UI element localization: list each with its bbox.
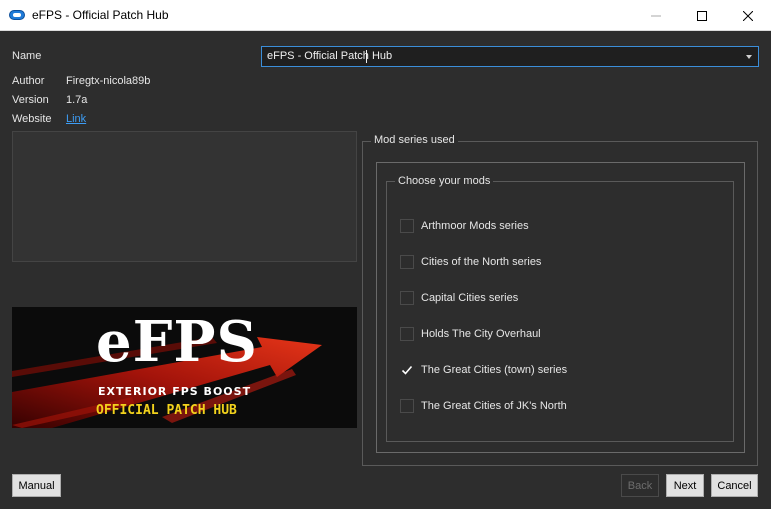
author-value: Firegtx-nicola89b — [66, 75, 151, 87]
mod-label: The Great Cities (town) series — [421, 364, 568, 376]
mod-label: Cities of the North series — [421, 256, 542, 268]
banner-image: eFPS EXTERIOR FPS BOOST OFFICIAL PATCH H… — [12, 307, 357, 428]
checkbox-checked[interactable] — [400, 363, 414, 377]
cloud-icon — [9, 10, 25, 20]
author-label: Author — [12, 75, 45, 87]
close-button[interactable] — [725, 0, 771, 31]
website-link[interactable]: Link — [66, 113, 86, 125]
checkbox[interactable] — [400, 399, 414, 413]
mod-series-group-title: Mod series used — [371, 134, 458, 146]
version-value: 1.7a — [66, 94, 88, 106]
minimize-button[interactable] — [633, 0, 679, 31]
banner-tagline: OFFICIAL PATCH HUB — [96, 403, 237, 418]
mod-label: The Great Cities of JK's North — [421, 400, 567, 412]
banner-title: eFPS — [96, 309, 258, 375]
checkmark-icon — [401, 365, 413, 375]
next-button[interactable]: Next — [666, 474, 704, 497]
mod-checkbox-great-cities-jk-north[interactable]: The Great Cities of JK's North — [400, 398, 567, 414]
name-value: eFPS - Official Patch Hub — [267, 50, 393, 62]
checkbox[interactable] — [400, 219, 414, 233]
title-bar: eFPS - Official Patch Hub — [0, 0, 771, 31]
name-combobox[interactable]: eFPS - Official Patch Hub — [261, 46, 759, 67]
mod-label: Holds The City Overhaul — [421, 328, 541, 340]
version-label: Version — [12, 94, 49, 106]
manual-button[interactable]: Manual — [12, 474, 61, 497]
choose-mods-group-title: Choose your mods — [395, 175, 494, 187]
close-icon — [743, 10, 753, 21]
minimize-icon — [651, 15, 661, 16]
mod-checkbox-cities-north[interactable]: Cities of the North series — [400, 254, 541, 270]
maximize-button[interactable] — [679, 0, 725, 31]
mod-checkbox-capital-cities[interactable]: Capital Cities series — [400, 290, 518, 306]
mod-checkbox-great-cities-town[interactable]: The Great Cities (town) series — [400, 362, 567, 378]
name-label: Name — [12, 50, 42, 62]
mod-label: Capital Cities series — [421, 292, 519, 304]
text-caret — [366, 50, 367, 63]
cancel-button[interactable]: Cancel — [711, 474, 758, 497]
mod-checkbox-arthmoor[interactable]: Arthmoor Mods series — [400, 218, 529, 234]
mod-label: Arthmoor Mods series — [421, 220, 529, 232]
website-label: Website — [12, 113, 52, 125]
checkbox[interactable] — [400, 255, 414, 269]
description-panel — [12, 131, 357, 262]
mod-checkbox-holds-city-overhaul[interactable]: Holds The City Overhaul — [400, 326, 541, 342]
window-title: eFPS - Official Patch Hub — [32, 8, 169, 22]
checkbox[interactable] — [400, 327, 414, 341]
checkbox[interactable] — [400, 291, 414, 305]
back-button[interactable]: Back — [621, 474, 659, 497]
maximize-icon — [697, 10, 707, 21]
banner-subtitle: EXTERIOR FPS BOOST — [98, 385, 252, 398]
chevron-down-icon[interactable] — [746, 55, 752, 59]
